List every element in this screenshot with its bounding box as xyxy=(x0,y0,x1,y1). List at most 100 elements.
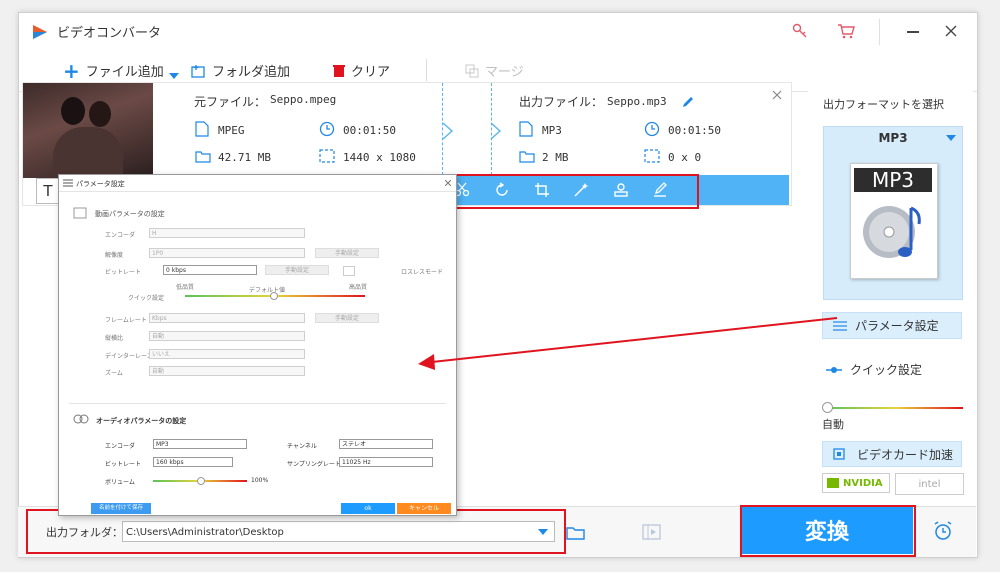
minimize-button[interactable] xyxy=(907,31,919,33)
arrow-right-icon-2 xyxy=(490,122,502,140)
save-as-button[interactable]: 名前を付けて保存 xyxy=(91,503,151,514)
clear-button[interactable]: クリア xyxy=(333,61,390,80)
crop-icon[interactable] xyxy=(534,182,550,198)
merge-button[interactable]: マージ xyxy=(465,61,524,80)
source-duration: 00:01:50 xyxy=(343,124,396,137)
resolution-manual-button[interactable]: 手動設定 xyxy=(315,248,379,258)
lossless-checkbox[interactable] xyxy=(343,266,355,276)
quality-slider-handle[interactable] xyxy=(822,402,833,413)
output-folder-input[interactable]: C:\Users\Administrator\Desktop xyxy=(122,521,555,542)
folder-icon xyxy=(195,151,211,163)
framerate-manual-button[interactable]: 手動設定 xyxy=(315,313,379,323)
parameter-settings-button[interactable]: パラメータ設定 xyxy=(822,312,962,339)
gpu-acceleration-button[interactable]: ビデオカード加速 xyxy=(822,441,962,467)
subtitle-edit-icon[interactable] xyxy=(652,182,668,198)
output-format: MP3 xyxy=(542,124,562,137)
plus-icon: + xyxy=(63,58,80,83)
aspect-select[interactable]: 自動 xyxy=(149,331,305,341)
zoom-select[interactable]: 自動 xyxy=(149,366,305,376)
source-format: MPEG xyxy=(218,124,245,137)
cart-icon[interactable] xyxy=(837,23,855,39)
volume-value: 100% xyxy=(251,477,269,484)
intel-label: intel xyxy=(918,478,941,490)
source-size: 42.71 MB xyxy=(218,151,271,164)
nvidia-badge: NVIDIA xyxy=(822,473,890,493)
auto-label: 自動 xyxy=(822,418,844,431)
framerate-select[interactable]: Kbps xyxy=(149,313,305,323)
channel-label: チャンネル xyxy=(287,443,317,450)
trash-icon xyxy=(333,64,345,77)
output-folder-icon xyxy=(519,151,535,163)
output-clock-icon xyxy=(644,121,660,137)
bitrate-manual-button[interactable]: 手動設定 xyxy=(265,265,329,275)
dialog-quick-settings-label: クイック設定 xyxy=(128,295,165,302)
video-bitrate-select[interactable]: 0 kbps xyxy=(163,265,257,275)
edit-pencil-icon[interactable] xyxy=(681,95,695,109)
output-resolution: 0 x 0 xyxy=(668,151,702,164)
format-dropdown-icon[interactable] xyxy=(946,135,956,141)
output-file-header: 出力ファイル： Seppo.mp3 xyxy=(519,93,695,110)
open-folder-icon[interactable] xyxy=(566,525,586,541)
file-format-icon xyxy=(195,121,209,137)
dialog-divider xyxy=(69,403,446,404)
magic-wand-icon[interactable] xyxy=(573,182,589,198)
add-folder-button[interactable]: フォルダ追加 xyxy=(191,61,290,80)
video-thumbnail[interactable] xyxy=(23,83,153,178)
audio-encoder-select[interactable]: MP3 xyxy=(153,439,247,449)
subtitle-thumb[interactable]: T xyxy=(36,178,60,204)
source-label: 元ファイル： xyxy=(194,95,267,109)
watermark-stamp-icon[interactable] xyxy=(613,182,629,198)
close-window-button[interactable] xyxy=(945,25,957,37)
key-icon[interactable] xyxy=(792,23,808,39)
dialog-cancel-button[interactable]: キャンセル xyxy=(397,503,451,514)
volume-label: ボリューム xyxy=(105,479,135,486)
samplerate-select[interactable]: 11025 Hz xyxy=(339,457,433,467)
audio-bitrate-select[interactable]: 160 kbps xyxy=(153,457,233,467)
merge-icon xyxy=(465,64,479,77)
video-encoder-label: エンコーダ xyxy=(105,232,136,239)
convert-highlight xyxy=(740,505,916,557)
dropdown-arrow-icon[interactable] xyxy=(169,73,179,79)
dialog-close-icon[interactable] xyxy=(445,180,451,186)
add-folder-label: フォルダ追加 xyxy=(212,65,291,80)
channel-select[interactable]: ステレオ xyxy=(339,439,433,449)
audio-section-title: オーディオパラメータの設定 xyxy=(96,417,187,425)
add-file-label: ファイル追加 xyxy=(85,65,164,80)
quality-slider[interactable] xyxy=(828,407,963,409)
dialog-quality-handle[interactable] xyxy=(270,292,278,300)
alarm-clock-icon[interactable] xyxy=(933,521,953,541)
add-file-button[interactable]: + ファイル追加 xyxy=(63,58,164,83)
resolution-select[interactable]: 1P0 xyxy=(149,248,305,258)
quick-settings-label: クイック設定 xyxy=(826,361,922,378)
aspect-label: 縦横比 xyxy=(105,335,124,342)
rotate-icon[interactable] xyxy=(494,182,510,198)
resolution-icon xyxy=(319,149,335,163)
framerate-label: フレームレート xyxy=(105,317,147,324)
audio-encoder-label: エンコーダ xyxy=(105,443,136,450)
output-size: 2 MB xyxy=(542,151,569,164)
output-folder-dropdown-icon[interactable] xyxy=(538,529,548,535)
samplerate-label: サンプリングレート xyxy=(287,461,341,468)
deinterlace-select[interactable]: いいえ xyxy=(149,349,305,359)
high-quality-label: 高品質 xyxy=(349,284,368,291)
nvidia-label: NVIDIA xyxy=(843,477,883,489)
audio-settings-icon xyxy=(73,414,89,424)
zoom-label: ズーム xyxy=(105,370,123,377)
merge-label: マージ xyxy=(485,65,524,80)
volume-slider-handle[interactable] xyxy=(197,477,205,485)
video-section-title: 動画パラメータの設定 xyxy=(95,210,165,218)
lossless-label: ロスレスモード xyxy=(401,269,444,276)
dialog-ok-button[interactable]: ok xyxy=(341,503,395,514)
audio-bitrate-label: ビットレート xyxy=(105,461,142,468)
output-resolution-icon xyxy=(644,149,660,163)
mp3-badge: MP3 xyxy=(854,168,932,192)
merge-video-icon[interactable] xyxy=(642,523,662,541)
folder-add-icon xyxy=(191,64,205,78)
output-name: Seppo.mp3 xyxy=(607,95,667,108)
low-quality-label: 低品質 xyxy=(176,284,195,291)
video-encoder-select[interactable]: H xyxy=(149,228,305,238)
remove-file-icon[interactable] xyxy=(772,90,782,100)
output-label: 出力ファイル： xyxy=(519,95,604,109)
output-format-selector[interactable]: MP3 MP3 xyxy=(823,126,963,300)
output-folder-label: 出力フォルダ： xyxy=(46,526,123,539)
